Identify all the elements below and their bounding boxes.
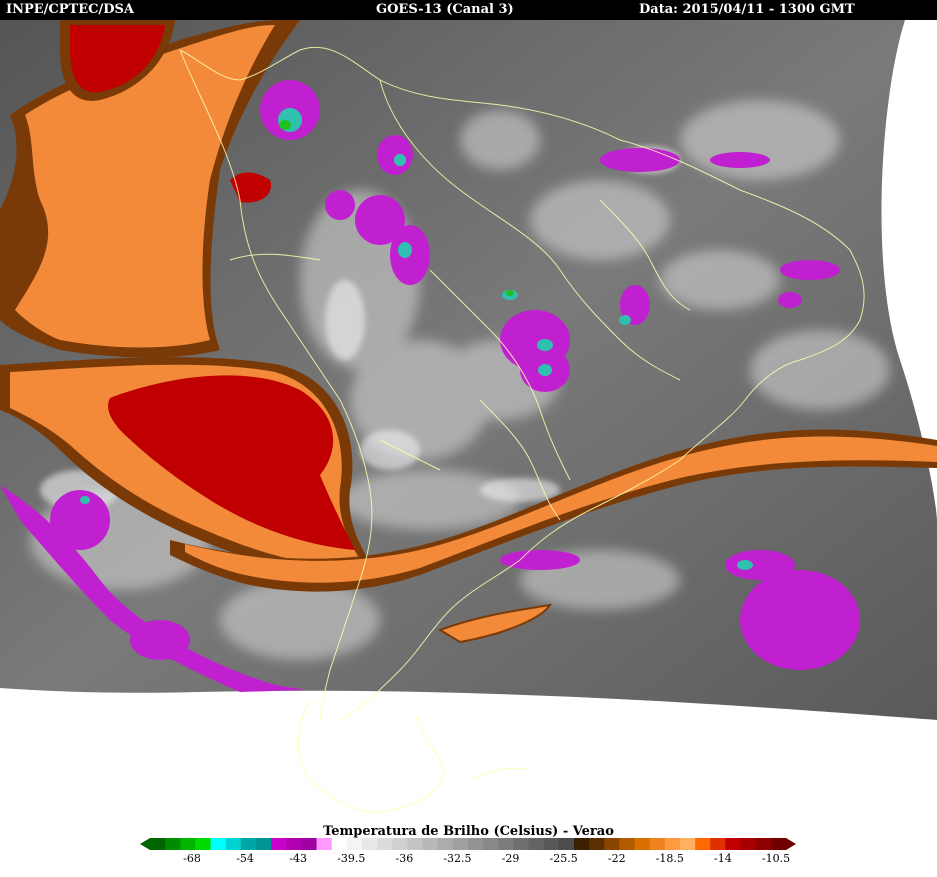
colorbar-segment (452, 838, 469, 850)
colorbar-segment (558, 838, 575, 850)
colorbar-segment (740, 838, 757, 850)
colorbar-segment (377, 838, 393, 850)
colorbar-arrow-left (140, 838, 150, 850)
colorbar-segment (271, 838, 287, 850)
colorbar-segment (195, 838, 212, 850)
colorbar-tick-label: -25.5 (549, 852, 578, 865)
colorbar-segment (362, 838, 378, 850)
colorbar-segment (498, 838, 514, 850)
colorbar-segment (165, 838, 181, 850)
colorbar-segment (437, 838, 454, 850)
colorbar-tick-label: -22 (607, 852, 626, 865)
legend-title: Temperatura de Brilho (Celsius) - Verao (323, 824, 614, 839)
colorbar (140, 838, 796, 850)
colorbar-segment (331, 838, 348, 850)
colorbar-tick-label: -54 (236, 852, 254, 865)
colorbar-segment (210, 838, 227, 850)
patagonia-outline (297, 699, 531, 813)
colorbar-segment (589, 838, 605, 850)
colorbar-segment (346, 838, 363, 850)
colorbar-segment (664, 838, 681, 850)
header-satellite-channel: GOES-13 (Canal 3) (376, 2, 514, 17)
colorbar-tick-label: -10.5 (761, 852, 791, 865)
colorbar-tick-label: -29 (501, 852, 520, 865)
colorbar-segment (770, 838, 787, 850)
colorbar-segment (240, 838, 257, 850)
colorbar-tick-label: -39.5 (337, 852, 366, 865)
colorbar-segment (256, 838, 272, 850)
colorbar-segment (619, 838, 636, 850)
colorbar-segment (634, 838, 651, 850)
colorbar-segment (604, 838, 620, 850)
colorbar-segment (755, 838, 772, 850)
colorbar-tick-label: -14 (714, 852, 732, 865)
colorbar-segment (574, 838, 590, 850)
colorbar-arrow-right (786, 838, 796, 850)
colorbar-segment (225, 838, 242, 850)
colorbar-segment (649, 838, 666, 850)
colorbar-segment (483, 838, 499, 850)
colorbar-segment (392, 838, 408, 850)
colorbar-tick-label: -43 (289, 852, 308, 865)
colorbar-segment (695, 838, 711, 850)
colorbar-segment (180, 838, 196, 850)
satellite-map (0, 20, 937, 813)
colorbar-segment (407, 838, 424, 850)
colorbar-segment (725, 838, 742, 850)
colorbar-segment (710, 838, 726, 850)
colorbar-segment (422, 838, 439, 850)
colorbar-segment (286, 838, 302, 850)
colorbar-tick-label: -36 (395, 852, 414, 865)
colorbar-segment (316, 838, 333, 850)
image-header: INPE/CPTEC/DSA GOES-13 (Canal 3) Data: 2… (0, 0, 937, 20)
colorbar-segment (528, 838, 545, 850)
colorbar-segment (468, 838, 484, 850)
colorbar-segment (301, 838, 318, 850)
colorbar-segment (150, 838, 166, 850)
colorbar-segment (543, 838, 560, 850)
header-date-time: Data: 2015/04/11 - 1300 GMT (639, 2, 855, 17)
colorbar-tick-label: -18.5 (655, 852, 684, 865)
colorbar-segment (513, 838, 530, 850)
colorbar-tick-label: -32.5 (443, 852, 472, 865)
colorbar-tick-label: -68 (183, 852, 201, 865)
colorbar-ticks: -68 -54 -43 -39.5 -36 -32.5 -29 -25.5 -22 -18.5 -1… (140, 852, 796, 868)
header-agency: INPE/CPTEC/DSA (6, 2, 134, 17)
colorbar-segment (680, 838, 696, 850)
